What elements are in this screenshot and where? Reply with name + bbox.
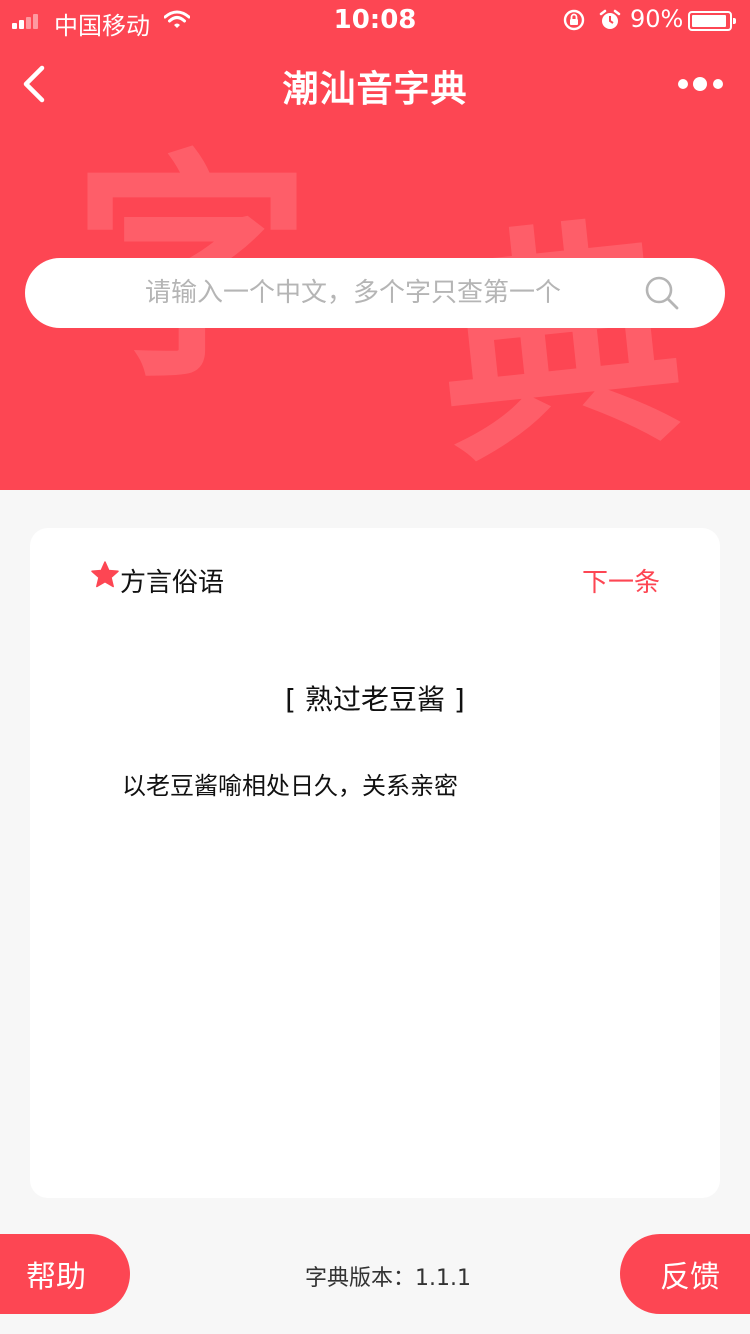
feedback-button[interactable]: 反馈: [620, 1234, 750, 1314]
hero-banner: 字 典 中国移动 10:08: [0, 0, 750, 490]
search-icon[interactable]: [643, 274, 681, 312]
battery-icon: [688, 11, 736, 31]
proverb-card: 方言俗语 下一条 [ 熟过老豆酱 ] 以老豆酱喻相处日久，关系亲密: [30, 528, 720, 1198]
search-input[interactable]: [145, 258, 645, 328]
search-bar[interactable]: [25, 258, 725, 328]
star-icon: [91, 561, 119, 588]
rotation-lock-icon: [563, 9, 585, 31]
page-title: 潮汕音字典: [282, 69, 468, 110]
dictionary-home-page: 字 典 中国移动 10:08: [0, 0, 750, 1334]
watermark-char-dian: 典: [426, 193, 694, 490]
battery-percentage: 90%: [630, 5, 684, 33]
alarm-icon: [599, 9, 621, 29]
card-title: 方言俗语: [120, 568, 225, 598]
next-button[interactable]: 下一条: [582, 562, 660, 599]
more-dots-icon[interactable]: [676, 74, 726, 94]
proverb-meaning: 以老豆酱喻相处日久，关系亲密: [122, 772, 458, 800]
proverb-phrase: [ 熟过老豆酱 ]: [285, 683, 465, 716]
status-bar: 中国移动 10:08 90%: [0, 0, 750, 40]
